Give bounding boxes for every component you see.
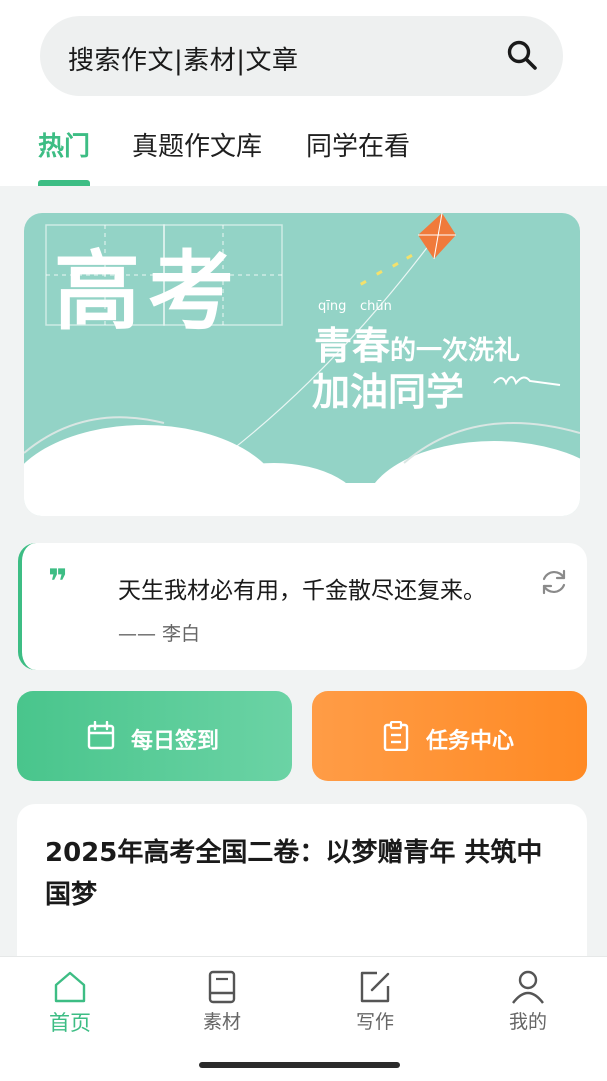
book-icon — [208, 970, 236, 1004]
nav-profile-label: 我的 — [508, 1011, 547, 1033]
nav-materials-label: 素材 — [202, 1011, 241, 1033]
task-center-button[interactable]: 任务中心 — [312, 691, 587, 781]
quote-text: 天生我材必有用，千金散尽还复来。 — [118, 578, 486, 604]
task-center-label: 任务中心 — [426, 729, 515, 754]
banner-pinyin-2: chūn — [360, 299, 392, 314]
daily-checkin-button[interactable]: 每日签到 — [17, 691, 292, 781]
banner-pinyin-1: qīng — [318, 299, 347, 314]
calendar-icon — [87, 721, 115, 750]
search-icon[interactable] — [505, 38, 539, 72]
banner-title: 高考 — [54, 241, 242, 342]
search-bar[interactable]: 搜索作文|素材|文章 — [40, 16, 563, 96]
nav-home-label: 首页 — [49, 1011, 91, 1035]
tab-classmates-reading[interactable]: 同学在看 — [306, 126, 410, 163]
nav-writing[interactable]: 写作 — [325, 969, 425, 1049]
nav-profile[interactable]: 我的 — [478, 969, 578, 1049]
daily-quote-card[interactable]: ❞ 天生我材必有用，千金散尽还复来。 —— 李白 — [18, 543, 587, 670]
article-title[interactable]: 2025年高考全国二卷：以梦赠青年 共筑中国梦 — [45, 832, 565, 916]
tab-hot[interactable]: 热门 — [38, 126, 90, 163]
edit-icon — [360, 971, 390, 1003]
user-icon — [512, 970, 544, 1004]
banner[interactable]: 高考 qīng chūn 青春的一次洗礼 加油同学 — [24, 213, 580, 516]
quote-mark-icon: ❞ — [48, 562, 68, 602]
banner-slogan-2: 加油同学 — [312, 370, 465, 414]
nav-writing-label: 写作 — [355, 1011, 394, 1033]
nav-home[interactable]: 首页 — [20, 969, 120, 1049]
quote-author: —— 李白 — [118, 623, 201, 645]
refresh-icon[interactable] — [539, 567, 569, 597]
home-icon — [54, 971, 86, 1003]
nav-materials[interactable]: 素材 — [172, 969, 272, 1049]
active-tab-indicator — [38, 180, 90, 186]
home-indicator[interactable] — [199, 1062, 400, 1068]
clipboard-icon — [383, 721, 409, 751]
header-area: 搜索作文|素材|文章 热门 真题作文库 同学在看 — [0, 0, 607, 186]
daily-checkin-label: 每日签到 — [131, 729, 220, 754]
tab-exam-essays[interactable]: 真题作文库 — [132, 126, 262, 163]
search-input[interactable]: 搜索作文|素材|文章 — [68, 40, 299, 77]
